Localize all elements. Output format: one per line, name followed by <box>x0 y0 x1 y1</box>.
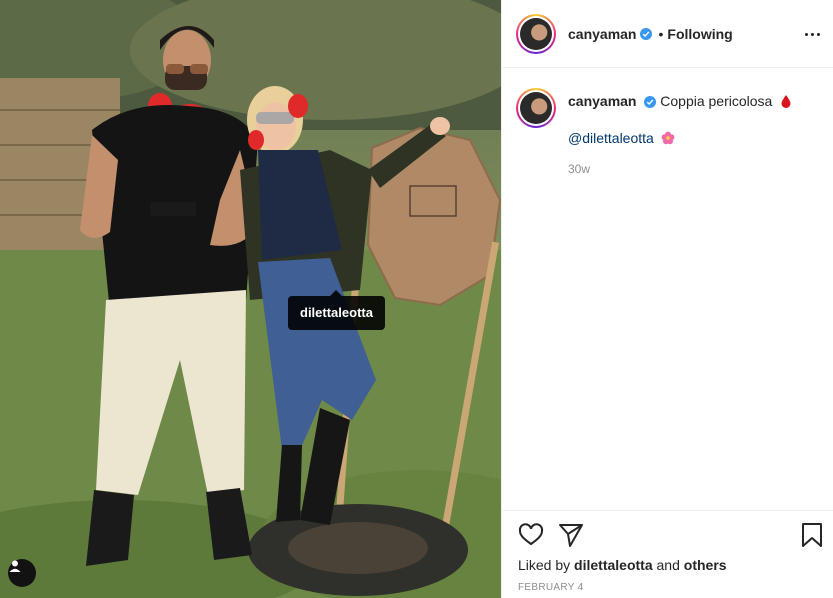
paper-plane-icon[interactable] <box>558 522 584 548</box>
caption-text: Coppia pericolosa <box>660 93 773 109</box>
hibiscus-icon <box>661 131 675 145</box>
post-sidebar: canyaman • Following canyaman Coppia per… <box>501 0 833 598</box>
user-tag-label[interactable]: dilettaleotta <box>300 305 373 320</box>
caption: canyaman Coppia pericolosa <box>568 88 793 110</box>
caption-mention: @dilettaleotta <box>568 130 675 146</box>
post-header: canyaman • Following <box>502 0 833 68</box>
header-username[interactable]: canyaman <box>568 26 636 42</box>
liked-user-link[interactable]: dilettaleotta <box>574 557 653 573</box>
likes-summary: Liked by dilettaleotta and others <box>518 557 727 573</box>
caption-username[interactable]: canyaman <box>568 93 636 109</box>
post-photo[interactable]: dilettaleotta <box>0 0 501 598</box>
caption-verified-badge-icon <box>644 96 657 109</box>
liked-and: and <box>656 557 680 573</box>
caption-avatar[interactable] <box>516 88 556 128</box>
heart-icon[interactable] <box>518 522 544 548</box>
caption-timestamp[interactable]: 30w <box>568 162 590 176</box>
post-date[interactable]: FEBRUARY 4 <box>518 582 583 593</box>
header-separator: • <box>658 25 664 42</box>
following-button[interactable]: Following <box>667 26 732 42</box>
photo-illustration <box>0 0 501 598</box>
user-tag-icon <box>9 560 21 572</box>
user-tag-button[interactable] <box>8 559 36 587</box>
liked-prefix: Liked by <box>518 557 571 573</box>
bookmark-icon[interactable] <box>799 522 825 548</box>
user-tag-popup[interactable]: dilettaleotta <box>288 290 385 330</box>
mention-link[interactable]: @dilettaleotta <box>568 130 654 146</box>
action-bar: Liked by dilettaleotta and others FEBRUA… <box>502 510 833 598</box>
liked-others-link[interactable]: others <box>684 557 727 573</box>
more-options-icon[interactable] <box>802 24 822 44</box>
avatar[interactable] <box>516 13 556 54</box>
caption-block: canyaman Coppia pericolosa @dilettaleott… <box>516 88 821 176</box>
blood-drop-icon <box>781 95 791 108</box>
verified-badge-icon <box>640 27 653 40</box>
